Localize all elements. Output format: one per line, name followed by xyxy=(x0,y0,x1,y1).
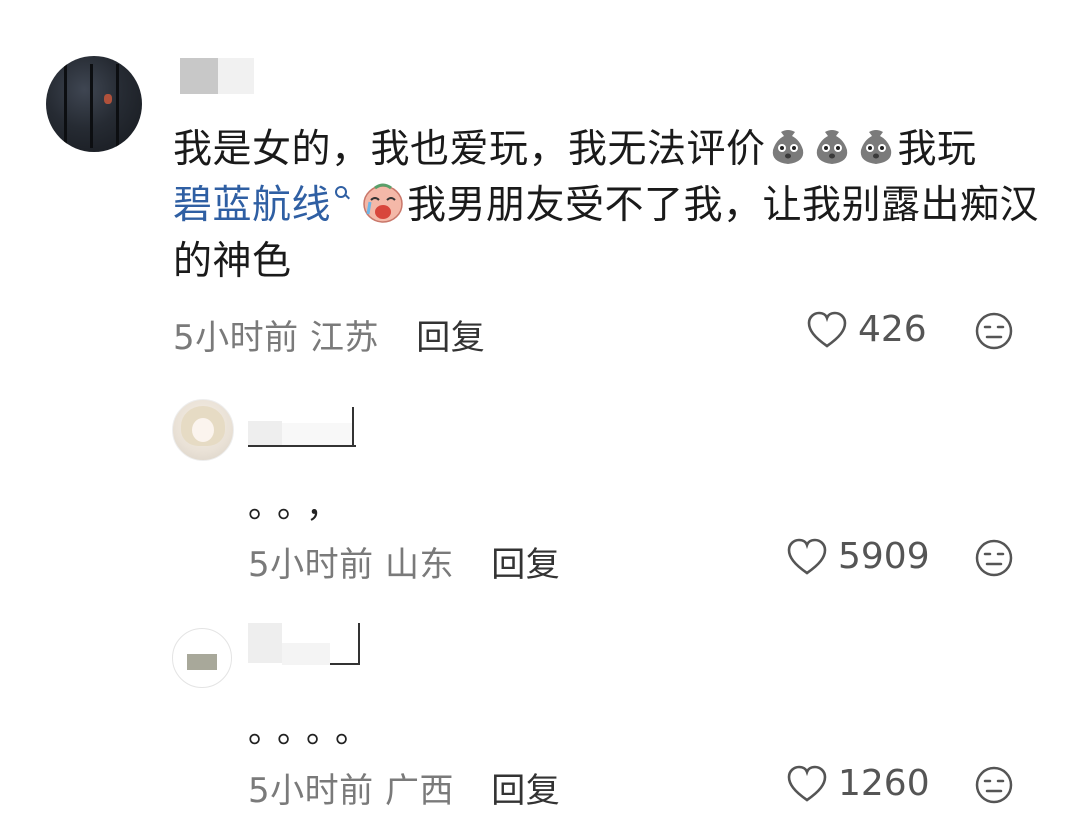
comment-meta: 5小时前 广西 回复 xyxy=(248,763,560,812)
reply-button[interactable]: 回复 xyxy=(491,771,560,811)
reply-button[interactable]: 回复 xyxy=(416,318,485,358)
comment-text-part: 我是女的，我也爱玩，我无法评价 xyxy=(173,127,766,172)
location: 江苏 xyxy=(309,318,379,358)
like-count: 426 xyxy=(858,309,927,350)
username-redacted[interactable] xyxy=(248,407,360,447)
like-count: 5909 xyxy=(838,536,930,577)
location: 山东 xyxy=(384,545,454,585)
avatar-detail xyxy=(104,94,112,104)
comment-text: 我是女的，我也爱玩，我无法评价 我玩 碧蓝航线 我男朋友受不了我，让我别露出痴汉… xyxy=(173,122,1053,290)
timestamp: 5小时前 xyxy=(248,545,374,585)
avatar[interactable] xyxy=(172,399,234,461)
reply-button[interactable]: 回复 xyxy=(491,545,560,585)
heart-outline-icon[interactable] xyxy=(786,765,828,803)
heart-outline-icon[interactable] xyxy=(786,538,828,576)
location: 广西 xyxy=(384,771,454,811)
comment-text: 。。。。 xyxy=(248,711,381,751)
comment-meta: 5小时前 山东 回复 xyxy=(248,537,560,586)
crying-face-emoji-icon xyxy=(363,183,403,223)
sack-face-emoji-icon xyxy=(816,130,847,164)
avatar-detail xyxy=(187,654,217,670)
neutral-face-icon[interactable] xyxy=(974,765,1014,805)
avatar-detail xyxy=(192,418,214,442)
neutral-face-icon[interactable] xyxy=(974,538,1014,578)
topic-link[interactable]: 碧蓝航线 xyxy=(173,183,331,228)
comment-meta: 5小时前 江苏 回复 xyxy=(173,310,485,359)
avatar[interactable] xyxy=(46,56,142,152)
heart-outline-icon[interactable] xyxy=(806,311,848,349)
timestamp: 5小时前 xyxy=(248,771,374,811)
avatar-detail xyxy=(116,64,119,148)
sack-face-emoji-icon xyxy=(860,130,891,164)
comment-text: 。。， xyxy=(248,486,352,526)
username-redacted[interactable] xyxy=(180,58,258,96)
timestamp: 5小时前 xyxy=(173,318,299,358)
username-redacted[interactable] xyxy=(248,623,364,667)
search-icon[interactable] xyxy=(335,186,349,200)
sack-face-emoji-icon xyxy=(772,130,803,164)
like-count: 1260 xyxy=(838,763,930,804)
avatar-detail xyxy=(64,64,67,148)
avatar[interactable] xyxy=(172,628,232,688)
neutral-face-icon[interactable] xyxy=(974,311,1014,351)
comment-text-part: 我玩 xyxy=(897,127,977,172)
avatar-detail xyxy=(90,64,93,148)
